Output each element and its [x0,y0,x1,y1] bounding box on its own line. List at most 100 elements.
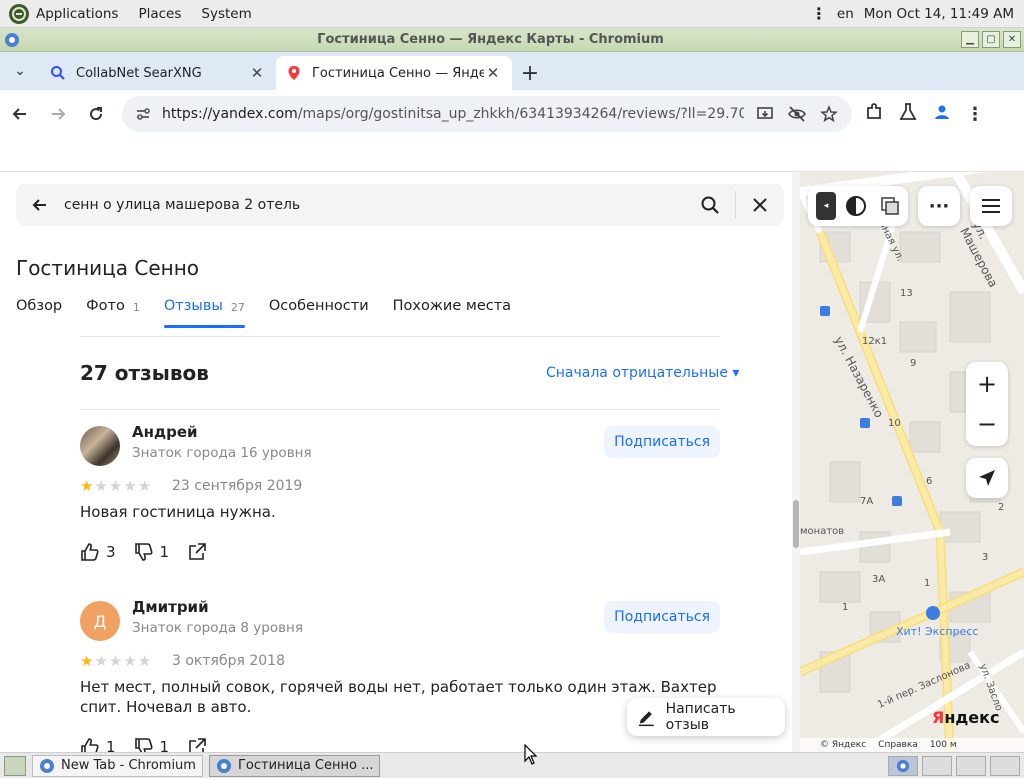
tab-reviews[interactable]: Отзывы 27 [163,298,245,328]
star-icon: ★ [137,652,152,670]
write-review-button[interactable]: Написать отзыв [627,698,785,736]
map-menu-button[interactable] [970,186,1012,226]
chromium-icon [216,758,231,773]
tab-overview[interactable]: Обзор [16,298,62,328]
dislike-button[interactable]: 1 [134,737,169,752]
address-bar[interactable]: https://yandex.com/maps/org/gostinitsa_u… [122,96,852,132]
house-number: 1 [842,602,849,613]
search-back-button[interactable] [16,196,64,214]
panel-more-icon[interactable]: ⋮ [811,4,827,23]
arrow-left-icon [12,108,26,120]
house-number: 3А [872,574,886,585]
scrollbar-thumb[interactable] [793,500,799,548]
workspace-2[interactable] [922,755,952,776]
tab-close-icon[interactable]: ✕ [248,64,266,82]
keyboard-language[interactable]: en [837,6,854,22]
workspace-3[interactable] [956,755,986,776]
maximize-button[interactable]: ▢ [982,31,1000,48]
star-icon: ★ [137,477,152,495]
reviewer-name[interactable]: Дмитрий [132,598,209,616]
tab-label: CollabNet SearXNG [76,65,202,81]
site-settings-icon[interactable] [134,105,152,123]
house-number: 13 [900,288,913,299]
close-window-button[interactable]: ✕ [1003,31,1021,48]
tab-search-icon[interactable]: ⌄ [0,52,40,90]
window-titlebar: Гостиница Сенно — Яндекс Карты - Chromiu… [0,28,1024,52]
chromium-icon[interactable] [4,32,20,48]
menu-applications[interactable]: Applications [36,6,118,22]
map-copyright[interactable]: © Яндекс [820,740,866,750]
search-button[interactable] [685,195,735,215]
menu-system[interactable]: System [201,6,251,22]
menu-places[interactable]: Places [138,6,181,22]
org-nav-tabs: Обзор Фото 1 Отзывы 27 Особенности Похожие… [16,298,535,328]
tab-features[interactable]: Особенности [269,298,369,328]
house-number: 3 [982,552,989,563]
tab-yandex-maps[interactable]: Гостиница Сенно — Яндекс Карты ✕ [276,56,512,90]
map-type-icon[interactable] [880,196,900,216]
share-icon [189,543,206,560]
share-button[interactable] [187,542,207,562]
house-number: 2 [998,502,1005,513]
search-input[interactable]: сенн о улица машерова 2 отель [64,197,685,213]
map-more-button[interactable]: ··· [918,186,960,226]
tab-searxng[interactable]: CollabNet SearXNG ✕ [40,56,276,90]
tab-similar-places[interactable]: Похожие места [393,298,511,328]
avatar[interactable]: Д [80,601,120,641]
zoom-out-button[interactable]: − [977,404,997,444]
workspace-1[interactable] [888,755,918,776]
clear-search-button[interactable] [736,197,784,213]
profile-avatar-icon[interactable] [932,102,952,126]
map-footer: © Яндекс Справка 100 м [800,738,1024,752]
search-box[interactable]: сенн о улица машерова 2 отель [16,184,784,226]
back-button[interactable] [2,96,38,132]
gnome-foot-icon[interactable] [8,3,30,25]
tab-photos[interactable]: Фото 1 [86,298,140,328]
install-app-icon[interactable] [754,103,776,125]
workspace-4[interactable] [990,755,1020,776]
subscribe-button[interactable]: Подписаться [604,601,720,633]
new-tab-button[interactable]: + [512,56,548,90]
my-location-button[interactable] [966,458,1008,498]
forward-button[interactable] [40,96,76,132]
taskbar-item-new-tab[interactable]: New Tab - Chromium [32,754,203,777]
star-icon: ★ [108,477,123,495]
reviewer-name[interactable]: Андрей [132,423,198,441]
map-scale: 100 м [929,740,957,750]
minimize-button[interactable]: ▁ [961,31,979,48]
reviewer-level: Знаток города 16 уровня [132,445,312,461]
zoom-in-button[interactable]: + [977,364,997,404]
tab-close-icon[interactable]: ✕ [484,64,502,82]
like-button[interactable]: 3 [80,542,116,562]
dislike-button[interactable]: 1 [134,542,169,562]
review-text: Новая гостиница нужна. [80,503,276,521]
taskbar-item-yandex[interactable]: Гостиница Сенно ... [208,754,381,777]
url-text[interactable]: https://yandex.com/maps/org/gostinitsa_u… [162,106,744,122]
extensions-icon[interactable] [864,102,884,126]
house-number: 1 [924,578,931,589]
layers-icon[interactable] [844,194,868,218]
poi-label[interactable]: Хит! Экспресс [896,625,978,638]
avatar[interactable] [80,426,120,466]
bookmark-star-icon[interactable] [818,103,840,125]
zoom-controls: + − [966,362,1008,446]
sort-dropdown[interactable]: Сначала отрицательные ▾ [546,365,739,381]
like-button[interactable]: 1 [80,737,116,752]
eye-off-icon[interactable] [786,103,808,125]
browser-menu-icon[interactable]: ⋮ [966,104,984,125]
org-title: Гостиница Сенно [16,256,200,280]
show-desktop-button[interactable] [4,755,26,776]
reload-button[interactable] [78,96,114,132]
subscribe-button[interactable]: Подписаться [604,426,720,458]
clock[interactable]: Mon Oct 14, 11:49 AM [864,6,1014,22]
window-title: Гостиница Сенно — Яндекс Карты - Chromiu… [317,32,664,47]
share-button[interactable] [187,737,207,752]
house-number: 7А [860,496,874,507]
house-number: 10 [888,418,901,429]
help-link[interactable]: Справка [878,740,918,750]
labs-flask-icon[interactable] [898,102,918,126]
map-view[interactable]: ул. Машерова ул. Назаренко 1-й пер. Засл… [800,172,1024,752]
collapse-panel-icon[interactable]: ◂ [816,192,836,220]
search-icon [701,196,719,214]
panel-scrollbar[interactable] [792,172,800,752]
